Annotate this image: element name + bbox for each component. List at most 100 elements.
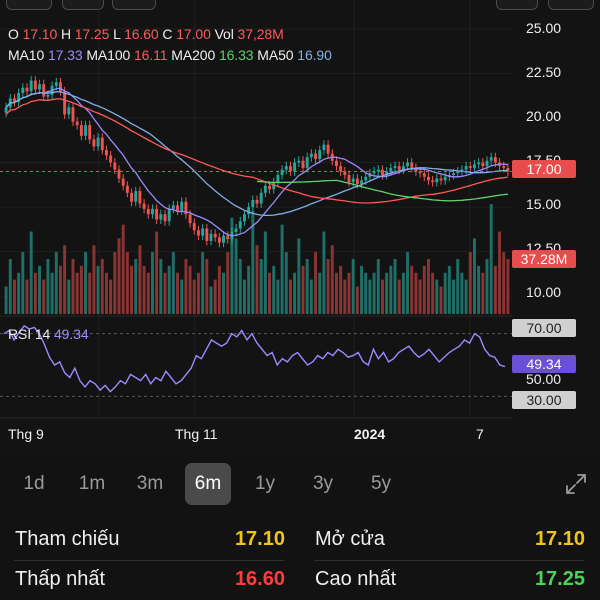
volume-bar	[100, 259, 104, 314]
candle-body	[121, 178, 125, 186]
candle-body	[234, 228, 238, 233]
volume-bar	[71, 259, 75, 314]
volume-bar	[489, 204, 493, 314]
volume-bar	[67, 279, 71, 314]
candle-body	[468, 166, 472, 168]
ma10-label: MA10	[8, 47, 45, 63]
candle-body	[426, 176, 430, 181]
candle-body	[477, 162, 481, 165]
candle-body	[443, 176, 447, 181]
volume-bar	[364, 272, 368, 314]
volume-bar	[188, 265, 192, 314]
volume-bar	[171, 252, 175, 314]
candle-body	[242, 214, 246, 222]
volume-bar	[196, 272, 200, 314]
volume-bar	[326, 259, 330, 314]
tab-3m[interactable]: 3m	[128, 463, 172, 505]
volume-bar	[92, 245, 96, 314]
candle-body	[142, 203, 146, 209]
time-tick: 2024	[354, 426, 386, 442]
volume-bar	[481, 272, 485, 314]
tab-3y[interactable]: 3y	[301, 463, 345, 505]
range-tabs: 1d 1m 3m 6m 1y 3y 5y	[0, 463, 600, 509]
volume-bar	[472, 238, 476, 314]
candle-body	[159, 214, 163, 220]
volume-bar	[209, 286, 213, 314]
close-value: 17.00	[176, 26, 211, 42]
candle-body	[464, 166, 468, 170]
volume-bar	[334, 272, 338, 314]
candle-body	[71, 107, 75, 122]
tab-6m[interactable]: 6m	[185, 463, 231, 505]
volume-bar	[385, 272, 389, 314]
tab-1d[interactable]: 1d	[12, 463, 56, 505]
candle-body	[109, 155, 113, 163]
volume-bar	[305, 259, 309, 314]
chart-panel[interactable]: O 17.10 H 17.25 L 16.60 C 17.00 Vol 37,2…	[0, 0, 600, 455]
volume-bar	[422, 265, 426, 314]
candle-body	[439, 178, 443, 181]
volume-bar	[276, 279, 280, 314]
volume-bar	[322, 231, 326, 314]
candle-body	[180, 201, 184, 211]
volume-bar	[431, 272, 435, 314]
volume-bar	[58, 265, 62, 314]
candle-body	[205, 228, 209, 241]
volume-bar	[33, 272, 37, 314]
volume-bar	[255, 245, 259, 314]
volume-bar	[493, 265, 497, 314]
candle-body	[247, 207, 251, 215]
tab-1m[interactable]: 1m	[70, 463, 114, 505]
volume-bar	[259, 259, 263, 314]
volume-bar	[234, 238, 238, 314]
candle-body	[150, 208, 154, 215]
volume-bar	[389, 265, 393, 314]
volume-bar	[226, 252, 230, 314]
volume-bar	[272, 265, 276, 314]
volume-bar	[201, 252, 205, 314]
volume-bar	[125, 252, 129, 314]
tab-5y[interactable]: 5y	[359, 463, 403, 505]
rsi-current-badge: 49.34	[512, 355, 576, 373]
ma200-value: 16.33	[218, 47, 254, 63]
volume-bar	[301, 265, 305, 314]
volume-bar	[88, 272, 92, 314]
volume-bar	[130, 265, 134, 314]
high-price-value: 17.25	[534, 568, 585, 590]
volume-bar	[159, 259, 163, 314]
volume-bar	[506, 259, 510, 314]
expand-icon[interactable]	[564, 472, 588, 496]
volume-bar	[42, 279, 46, 314]
current-price-badge: 17.00	[512, 160, 576, 178]
volume-bar	[29, 231, 33, 314]
candle-body	[171, 205, 175, 209]
volume-bar	[263, 231, 267, 314]
rsi-tick: 50.00	[526, 371, 562, 387]
volume-bar	[75, 272, 79, 314]
volume-bar	[314, 252, 318, 314]
candle-body	[88, 125, 92, 140]
volume-bar	[242, 279, 246, 314]
candle-body	[288, 166, 292, 172]
candle-body	[42, 84, 46, 97]
volume-bar	[447, 265, 451, 314]
volume-bar	[280, 224, 284, 314]
volume-bar	[347, 272, 351, 314]
price-tick: 10.00	[526, 284, 562, 300]
volume-bar	[50, 272, 54, 314]
ma100-value: 16.11	[133, 47, 168, 63]
candle-body	[422, 173, 426, 177]
volume-bar	[54, 252, 58, 314]
volume-bar	[330, 245, 334, 314]
volume-bar	[426, 259, 430, 314]
volume-bar	[138, 245, 142, 314]
price-chart[interactable]	[0, 0, 600, 455]
stats-row-1: Tham chiếu 17.10 Mở cửa 17.10	[0, 520, 600, 560]
volume-bar	[477, 265, 481, 314]
rsi-high-badge: 70.00	[512, 319, 576, 337]
volume-bar	[293, 272, 297, 314]
volume-bar	[146, 272, 150, 314]
volume-bar	[8, 259, 12, 314]
volume-bar	[406, 252, 410, 314]
tab-1y[interactable]: 1y	[243, 463, 287, 505]
